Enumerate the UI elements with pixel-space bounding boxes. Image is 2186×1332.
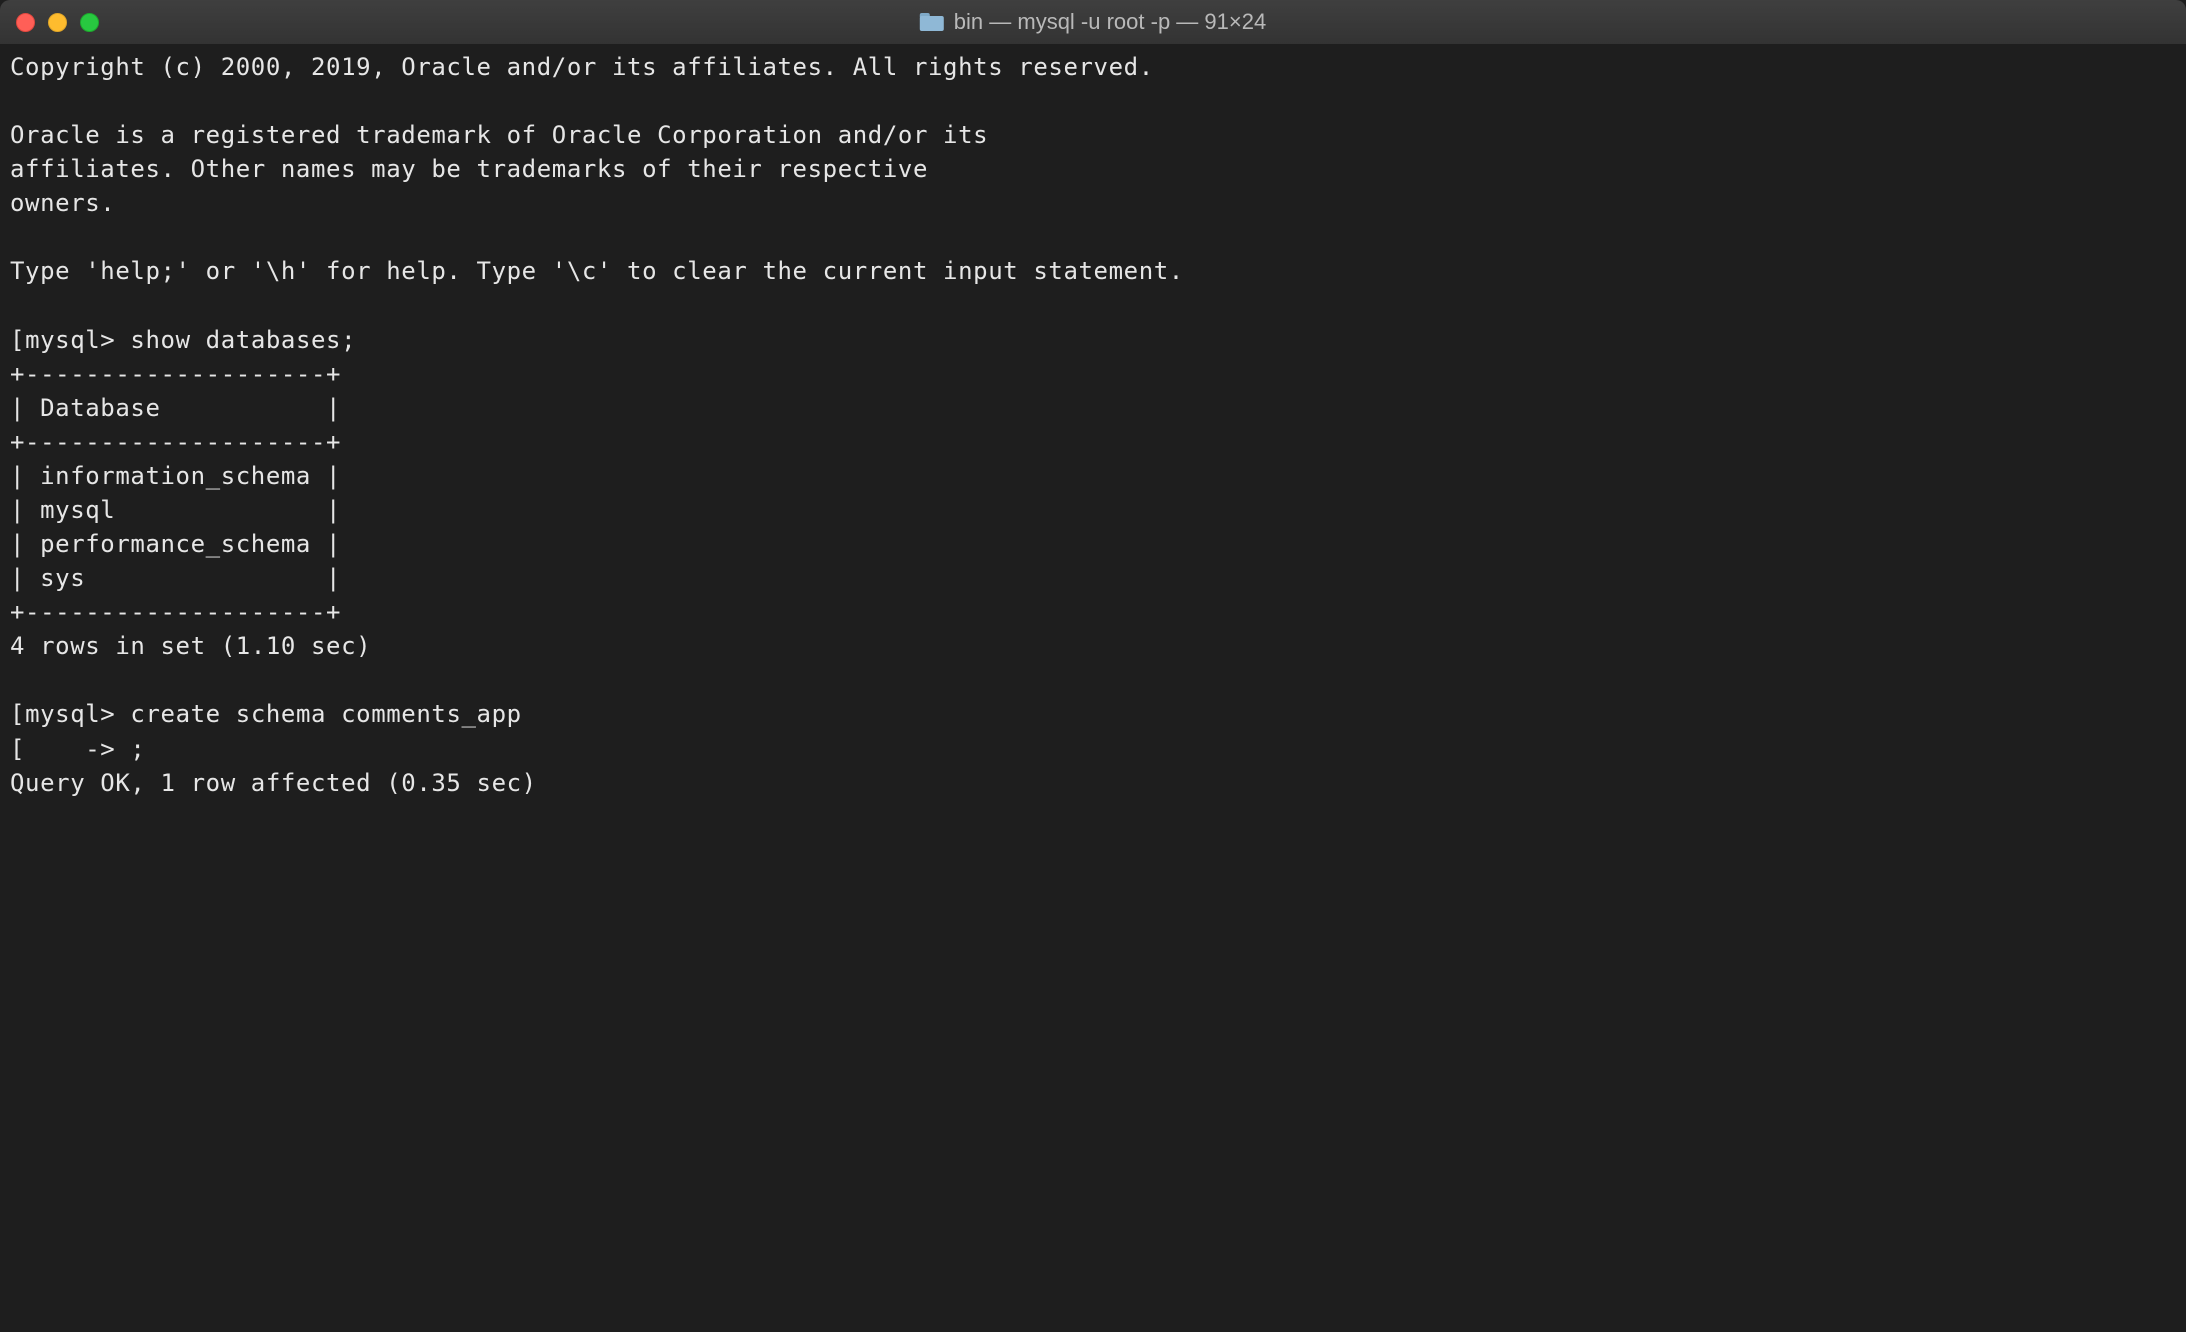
- table-row: | information_schema |: [10, 462, 341, 490]
- minimize-button[interactable]: [48, 13, 67, 32]
- table-row: | sys |: [10, 564, 341, 592]
- command-show-databases: show databases;: [130, 326, 356, 354]
- result-summary: 4 rows in set (1.10 sec): [10, 632, 371, 660]
- mysql-prompt: mysql>: [25, 700, 130, 728]
- trademark-text: Oracle is a registered trademark of Orac…: [10, 121, 988, 217]
- prompt-bracket: [: [10, 735, 25, 763]
- prompt-bracket: [: [10, 326, 25, 354]
- table-row: | mysql |: [10, 496, 341, 524]
- help-hint: Type 'help;' or '\h' for help. Type '\c'…: [10, 257, 1184, 285]
- table-row: | performance_schema |: [10, 530, 341, 558]
- table-header: | Database |: [10, 394, 341, 422]
- table-border-bottom: +--------------------+: [10, 598, 341, 626]
- copyright-line: Copyright (c) 2000, 2019, Oracle and/or …: [10, 53, 1154, 81]
- terminal-viewport[interactable]: Copyright (c) 2000, 2019, Oracle and/or …: [0, 44, 2186, 810]
- mysql-prompt: mysql>: [25, 326, 130, 354]
- maximize-button[interactable]: [80, 13, 99, 32]
- result-summary: Query OK, 1 row affected (0.35 sec): [10, 769, 537, 797]
- prompt-bracket: [: [10, 700, 25, 728]
- window-title-text: bin — mysql -u root -p — 91×24: [954, 9, 1266, 35]
- command-semicolon: ;: [130, 735, 145, 763]
- mysql-continuation-prompt: ->: [25, 735, 130, 763]
- window-title: bin — mysql -u root -p — 91×24: [920, 9, 1266, 35]
- window-titlebar: bin — mysql -u root -p — 91×24: [0, 0, 2186, 44]
- traffic-lights: [16, 13, 99, 32]
- table-border-mid: +--------------------+: [10, 428, 341, 456]
- command-create-schema: create schema comments_app: [130, 700, 521, 728]
- folder-icon: [920, 13, 944, 31]
- close-button[interactable]: [16, 13, 35, 32]
- table-border-top: +--------------------+: [10, 360, 341, 388]
